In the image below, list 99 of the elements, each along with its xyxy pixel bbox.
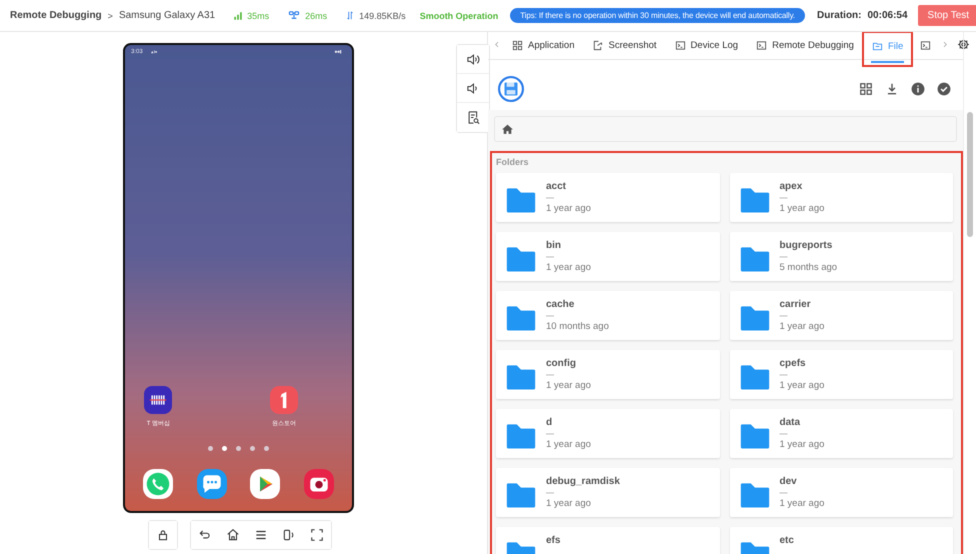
folder-size: — [546,252,555,261]
folder-card[interactable]: cache — 10 months ago [496,291,720,340]
save-icon [498,76,524,102]
tab[interactable]: Remote Debugging [747,32,863,58]
status-text: Smooth Operation [420,10,498,20]
terminal-icon [674,40,686,51]
tab[interactable]: Device Log [666,32,748,58]
folder-size: — [546,429,555,438]
folder-card[interactable]: etc [730,527,953,554]
folder-name: d [546,417,554,428]
home-icon [501,122,514,136]
transfer-icon [345,10,356,21]
folder-modified: 1 year ago [546,262,591,273]
folder-name: config [546,358,577,369]
settings-icon [957,38,970,50]
grid-view-icon [859,82,873,96]
terminal-icon [920,40,932,51]
camera-app-icon [304,469,334,499]
fullscreen-icon [310,528,324,542]
tab[interactable]: Screenshot [583,32,666,58]
menu-icon [254,528,268,542]
folder-modified: 1 year ago [546,439,591,450]
document-search-icon [466,110,480,125]
folder-name: dev [780,476,798,487]
folder-modified: 1 year ago [546,203,591,214]
folder-icon [872,40,883,52]
folder-card[interactable]: apex — 1 year ago [730,173,953,222]
folder-card[interactable]: acct — 1 year ago [496,173,720,222]
check-circle-icon [937,82,951,96]
folder-card[interactable]: bugreports — 5 months ago [730,232,953,281]
folder-name: bugreports [780,240,834,251]
folder-name: carrier [780,299,812,310]
terminal-icon [756,40,768,51]
folder-size: — [780,311,788,320]
duration-value: 00:06:54 [868,10,908,21]
folder-modified: 1 year ago [546,380,591,391]
folder-size: — [546,311,555,320]
folder-name: bin [546,240,562,251]
folder-name: debug_ramdisk [546,476,620,487]
folder-size: — [780,370,788,379]
folder-card[interactable]: efs [496,527,720,554]
folder-name: efs [546,535,560,546]
folder-name: data [780,417,802,428]
folder-size: — [780,193,788,202]
folder-card[interactable]: dev — 1 year ago [730,468,953,517]
device-name: Samsung Galaxy A31 [118,10,216,21]
signal-bars-icon [233,10,244,20]
store-app-icon [270,386,298,414]
grid-icon [512,40,523,51]
speed-value: 149.85KB/s [359,10,406,20]
folder-modified: 1 year ago [780,321,824,332]
folder-modified: 1 year ago [780,498,824,509]
chat-app-icon [196,469,227,499]
download-icon [885,82,899,96]
network-icon [287,10,302,21]
info-icon [911,82,925,96]
folder-modified: 1 year ago [780,380,824,391]
chevron-right-icon [941,40,950,48]
folder-name: apex [780,181,804,192]
export-icon [592,40,604,51]
folder-name: cache [546,299,576,310]
speaker-loud-icon [466,52,480,66]
folder-modified: 1 year ago [546,498,592,509]
folder-size: — [780,252,788,261]
folder-card[interactable]: data — 1 year ago [730,409,953,458]
rotate-icon [282,528,296,542]
folder-name: cpefs [780,358,807,369]
folder-size: — [780,429,788,438]
barcode-app-icon [144,386,172,414]
folder-card[interactable]: carrier — 1 year ago [730,291,953,340]
folder-card[interactable]: cpefs — 1 year ago [730,350,953,399]
folder-card[interactable]: d — 1 year ago [496,409,720,458]
folder-card[interactable]: bin — 1 year ago [496,232,720,281]
tab[interactable]: Application [503,32,584,58]
folder-card[interactable]: debug_ramdisk — 1 year ago [496,468,720,517]
folder-size: — [546,488,555,497]
ping-value: 26ms [305,10,328,20]
home-icon [226,528,240,542]
folder-size: — [780,488,788,497]
folder-modified: 10 months ago [546,321,609,332]
folder-name: etc [780,535,794,546]
scrollbar-thumb[interactable] [967,112,973,237]
section-title: Folders [496,157,530,167]
breadcrumb-root[interactable]: Remote Debugging [10,10,102,21]
breadcrumb-separator: > [108,10,113,20]
folder-modified: 1 year ago [780,439,824,450]
folder-name: acct [546,181,568,192]
folder-size: — [546,370,555,379]
play-app-icon [250,469,280,499]
chevron-left-icon [493,40,501,48]
folder-modified: 5 months ago [780,262,838,273]
folder-size: — [546,193,555,202]
duration-label: Duration: [817,10,862,21]
volume-up-button[interactable] [457,45,489,74]
folder-modified: 1 year ago [780,203,824,214]
latency-value: 35ms [247,10,270,20]
tip-banner: Tips: If there is no operation within 30 minutes, the device will end automatically. [510,8,806,23]
phone-app-icon [142,469,173,499]
folder-card[interactable]: config — 1 year ago [496,350,720,399]
